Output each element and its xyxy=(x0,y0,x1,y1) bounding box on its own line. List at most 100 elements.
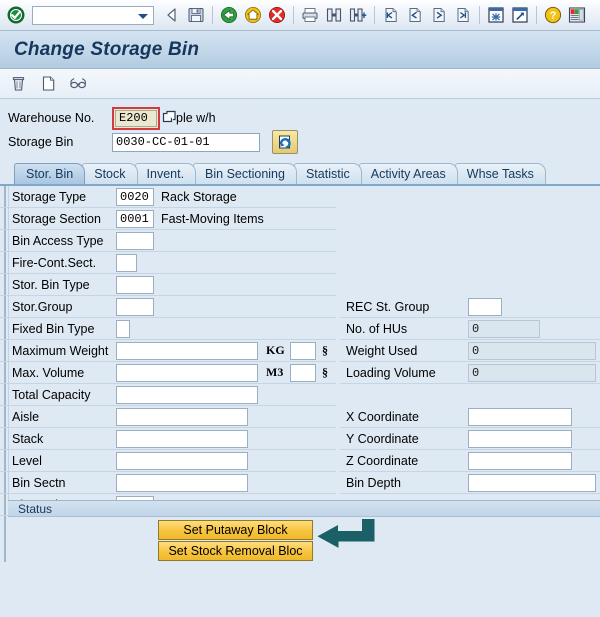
form-row: Fixed Bin Type xyxy=(0,318,336,340)
command-field[interactable] xyxy=(32,5,154,25)
find-next-icon[interactable] xyxy=(346,3,370,27)
field-input[interactable] xyxy=(116,209,154,228)
unit-percent-input[interactable] xyxy=(290,363,316,382)
field-label: Bin Depth xyxy=(346,475,401,490)
field-input[interactable] xyxy=(468,363,596,382)
tab-activity-areas[interactable]: Activity Areas xyxy=(358,163,458,184)
field-label: Stack xyxy=(12,431,44,446)
set-stock-removal-block-button[interactable]: Set Stock Removal Bloc xyxy=(158,541,313,561)
warehouse-input[interactable] xyxy=(115,109,157,127)
storage-bin-row: Storage Bin xyxy=(8,130,600,154)
value-help-icon[interactable] xyxy=(161,110,178,127)
back-green-icon[interactable] xyxy=(217,3,241,27)
refresh-button[interactable] xyxy=(272,130,298,154)
svg-text:?: ? xyxy=(550,10,557,22)
tab-bin-sectioning[interactable]: Bin Sectioning xyxy=(193,163,297,184)
field-input[interactable] xyxy=(116,187,154,206)
field-input[interactable] xyxy=(116,253,137,272)
status-group: Status Set Putaway Block Set Stock Remov… xyxy=(8,500,600,562)
field-input[interactable] xyxy=(116,363,258,382)
field-label: No. of HUs xyxy=(346,321,408,336)
field-input[interactable] xyxy=(116,231,154,250)
tab-statistic[interactable]: Statistic xyxy=(293,163,362,184)
storage-bin-form: Storage Type Rack Storage Storage Section F… xyxy=(0,186,600,516)
status-group-body: Set Putaway Block Set Stock Removal Bloc xyxy=(8,517,600,562)
field-input[interactable] xyxy=(116,297,154,316)
storage-bin-label: Storage Bin xyxy=(8,135,74,149)
form-row: Level xyxy=(0,450,336,472)
field-label: Maximum Weight xyxy=(12,343,109,358)
field-input[interactable] xyxy=(468,429,572,448)
warehouse-field-focus xyxy=(112,106,160,130)
field-label: X Coordinate xyxy=(346,409,419,424)
field-label: Level xyxy=(12,453,42,468)
field-input[interactable] xyxy=(116,407,248,426)
tab-whse-tasks[interactable]: Whse Tasks xyxy=(454,163,546,184)
tab-content-stor-bin: Storage Type Rack Storage Storage Section F… xyxy=(0,184,600,562)
first-page-icon[interactable] xyxy=(379,3,403,27)
set-putaway-block-button[interactable]: Set Putaway Block xyxy=(158,520,313,540)
field-input[interactable] xyxy=(116,429,248,448)
ok-check-icon[interactable] xyxy=(4,3,28,27)
tab-invent[interactable]: Invent. xyxy=(134,163,197,184)
form-row: Fire-Cont.Sect. xyxy=(0,252,336,274)
field-input[interactable] xyxy=(116,473,248,492)
form-row: Storage Type Rack Storage xyxy=(0,186,336,208)
form-right-column: REC St. Group No. of HUs Weight Used Loadin… xyxy=(340,186,600,516)
print-icon[interactable] xyxy=(298,3,322,27)
field-description: Rack Storage xyxy=(161,189,237,204)
status-group-title: Status xyxy=(8,500,600,517)
field-input[interactable] xyxy=(116,275,154,294)
form-row: Aisle xyxy=(0,406,336,428)
unit-percent-input[interactable] xyxy=(290,341,316,360)
last-page-icon[interactable] xyxy=(451,3,475,27)
refresh-icon xyxy=(278,135,291,149)
previous-page-icon[interactable] xyxy=(403,3,427,27)
chevron-down-icon[interactable] xyxy=(138,13,148,19)
sap-window: ? Change Storage Bin Warehouse No. E200 … xyxy=(0,0,600,617)
layout-menu-icon[interactable] xyxy=(565,3,589,27)
exit-yellow-icon[interactable] xyxy=(241,3,265,27)
next-page-icon[interactable] xyxy=(427,3,451,27)
field-label: Stor.Group xyxy=(12,299,73,314)
field-input[interactable] xyxy=(116,341,258,360)
cancel-red-icon[interactable] xyxy=(265,3,289,27)
back-arrow-icon[interactable] xyxy=(160,3,184,27)
form-row: Max. Volume M3 § xyxy=(0,362,336,384)
help-icon[interactable]: ? xyxy=(541,3,565,27)
field-label: Storage Section xyxy=(12,211,101,226)
field-input[interactable] xyxy=(116,319,130,338)
delete-trash-icon[interactable] xyxy=(8,74,28,94)
field-input[interactable] xyxy=(468,473,596,492)
form-row: Total Capacity xyxy=(0,384,336,406)
field-input[interactable] xyxy=(468,341,596,360)
field-input[interactable] xyxy=(468,319,540,338)
field-label: Fixed Bin Type xyxy=(12,321,95,336)
glasses-icon[interactable] xyxy=(68,74,88,94)
field-input[interactable] xyxy=(116,385,258,404)
field-input[interactable] xyxy=(468,297,502,316)
field-input[interactable] xyxy=(468,451,572,470)
field-label: REC St. Group xyxy=(346,299,430,314)
storage-bin-input[interactable] xyxy=(112,132,260,152)
application-toolbar xyxy=(0,69,600,99)
system-toolbar: ? xyxy=(0,0,600,31)
warehouse-description: ple w/h xyxy=(176,111,216,125)
create-session-icon[interactable] xyxy=(484,3,508,27)
tab-stor-bin[interactable]: Stor. Bin xyxy=(14,163,86,184)
create-shortcut-icon[interactable] xyxy=(508,3,532,27)
save-disk-icon[interactable] xyxy=(184,3,208,27)
command-input[interactable] xyxy=(33,6,153,24)
field-label: Total Capacity xyxy=(12,387,91,402)
percent-icon: § xyxy=(322,343,328,357)
field-label: Bin Access Type xyxy=(12,233,104,248)
find-icon[interactable] xyxy=(322,3,346,27)
field-label: Storage Type xyxy=(12,189,87,204)
warehouse-label: Warehouse No. xyxy=(8,111,95,125)
tab-stock[interactable]: Stock xyxy=(82,163,138,184)
new-document-icon[interactable] xyxy=(38,74,58,94)
field-label: Weight Used xyxy=(346,343,418,358)
field-input[interactable] xyxy=(116,451,248,470)
form-row: Z Coordinate xyxy=(340,450,600,472)
field-input[interactable] xyxy=(468,407,572,426)
